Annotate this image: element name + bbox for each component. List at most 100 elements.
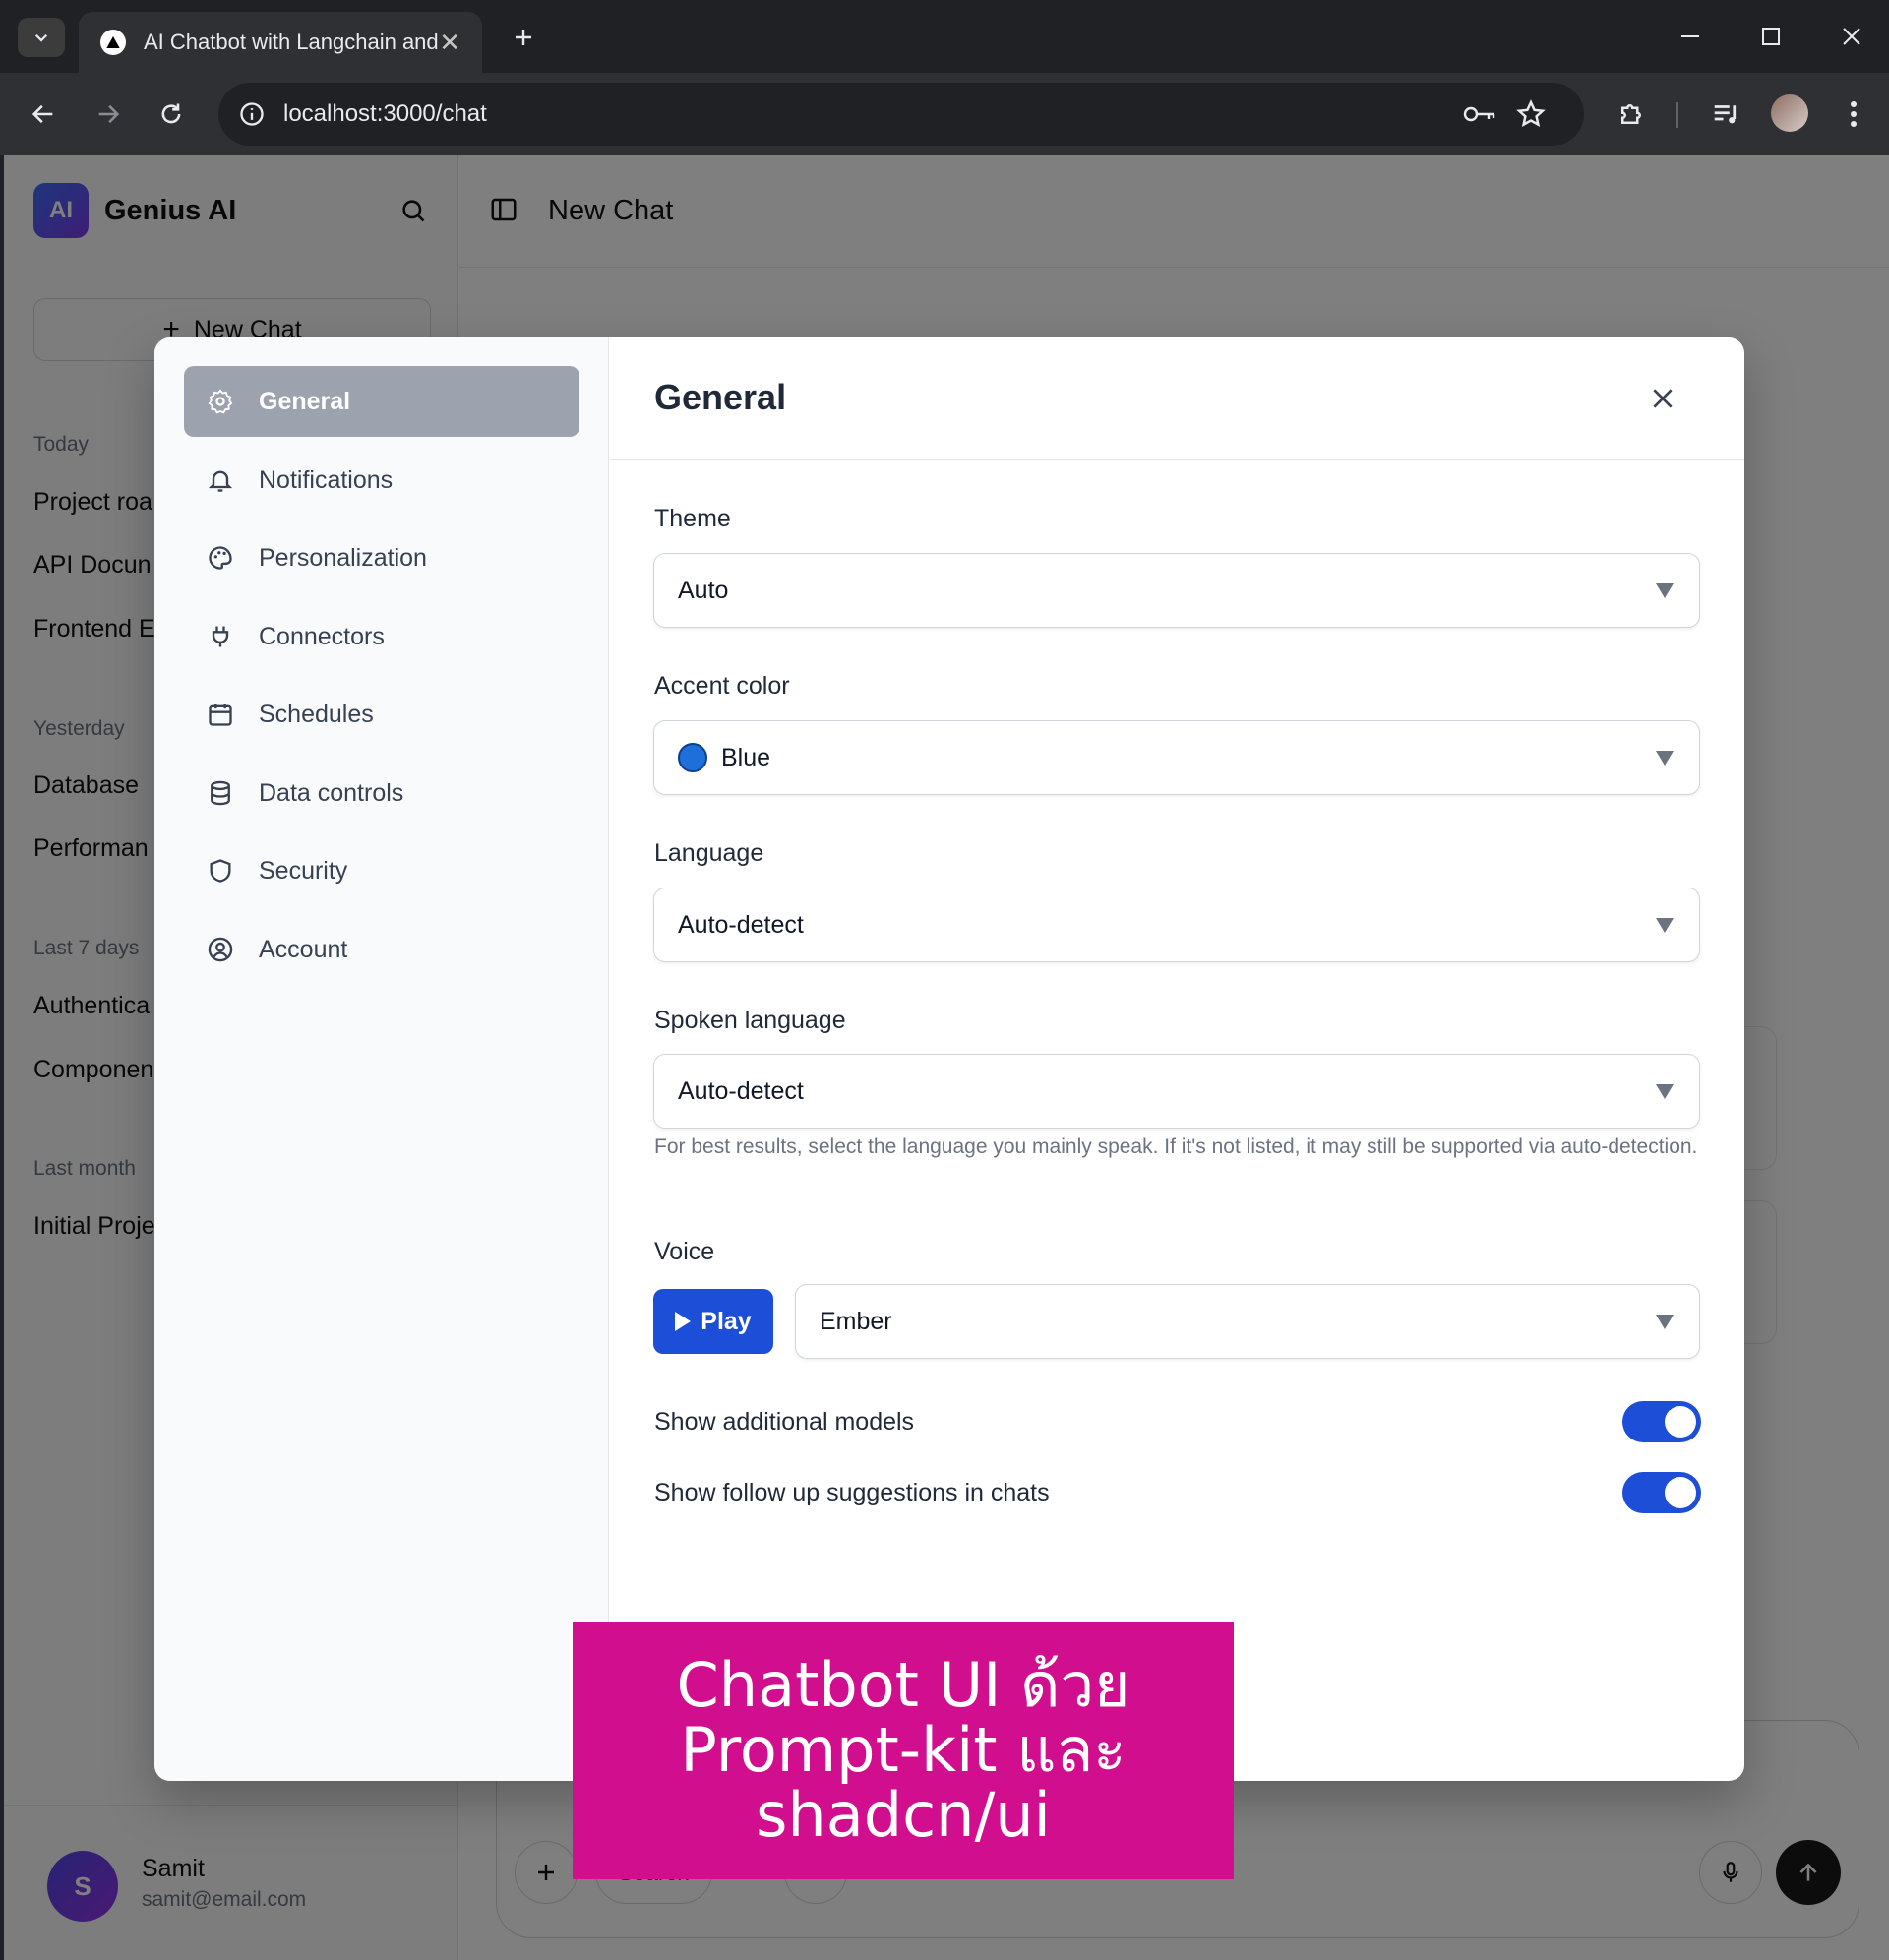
palette-icon (206, 543, 235, 573)
bookmark-star-icon[interactable] (1513, 96, 1549, 132)
minimize-button[interactable] (1661, 14, 1720, 59)
calendar-icon (206, 700, 235, 729)
accent-color-label: Accent color (654, 672, 790, 700)
caret-down-icon (1656, 751, 1674, 766)
accent-color-select[interactable]: Blue (653, 720, 1700, 795)
browser-tab-bar: AI Chatbot with Langchain and ✕ (0, 0, 1889, 73)
settings-nav-schedules[interactable]: Schedules (184, 679, 579, 750)
settings-nav-label: General (259, 387, 351, 415)
follow-up-suggestions-toggle[interactable] (1622, 1472, 1701, 1513)
settings-nav-label: Data controls (259, 778, 404, 807)
voice-value: Ember (820, 1307, 892, 1335)
theme-label: Theme (654, 505, 731, 532)
address-bar[interactable]: localhost:3000/chat (218, 83, 1584, 146)
chevron-down-icon (34, 33, 48, 42)
settings-nav-data-controls[interactable]: Data controls (184, 758, 579, 828)
puzzle-icon (1621, 104, 1641, 124)
voice-play-button[interactable]: Play (653, 1289, 773, 1354)
tab-close-icon[interactable]: ✕ (439, 28, 460, 58)
tab-title: AI Chatbot with Langchain and (144, 30, 439, 54)
site-info-icon[interactable] (234, 96, 270, 132)
settings-dialog: General Notifications Personalization Co… (154, 337, 1744, 1781)
arrow-right-icon (98, 104, 120, 124)
dialog-close-button[interactable] (1647, 383, 1678, 414)
banner-line: Chatbot UI ด้วย (676, 1649, 1130, 1721)
back-button[interactable] (22, 92, 65, 136)
additional-models-toggle[interactable] (1622, 1401, 1701, 1442)
settings-nav-label: Account (259, 935, 348, 963)
maximize-icon (1762, 28, 1780, 45)
settings-nav-label: Security (259, 856, 348, 885)
settings-title: General (654, 377, 787, 417)
language-value: Auto-detect (678, 910, 804, 939)
close-icon (1843, 28, 1860, 45)
play-icon (675, 1312, 692, 1331)
settings-nav-connectors[interactable]: Connectors (184, 601, 579, 672)
forward-button[interactable] (87, 92, 130, 136)
profile-avatar[interactable] (1771, 94, 1808, 132)
settings-nav-label: Notifications (259, 465, 394, 494)
language-label: Language (654, 839, 764, 867)
minimize-icon (1681, 35, 1699, 37)
media-control-button[interactable] (1704, 92, 1747, 136)
toggle-knob (1665, 1477, 1696, 1508)
promo-banner: Chatbot UI ด้วย Prompt-kit และ shadcn/ui (573, 1622, 1234, 1879)
database-icon (206, 778, 235, 808)
banner-line: Prompt-kit และ (680, 1714, 1127, 1786)
reload-icon (161, 103, 181, 124)
settings-nav-security[interactable]: Security (184, 835, 579, 906)
settings-nav-general[interactable]: General (184, 366, 579, 437)
voice-play-label: Play (701, 1307, 752, 1335)
spoken-language-hint: For best results, select the language yo… (654, 1135, 1698, 1158)
new-tab-button[interactable] (504, 18, 543, 57)
spoken-language-select[interactable]: Auto-detect (653, 1054, 1700, 1129)
voice-label: Voice (654, 1238, 715, 1265)
spoken-language-label: Spoken language (654, 1007, 846, 1034)
reload-button[interactable] (150, 92, 193, 136)
settings-nav: General Notifications Personalization Co… (154, 337, 609, 1781)
browser-menu-button[interactable] (1832, 92, 1875, 136)
caret-down-icon (1656, 583, 1674, 598)
theme-select[interactable]: Auto (653, 553, 1700, 628)
arrow-left-icon (31, 104, 53, 124)
gear-icon (206, 387, 235, 416)
settings-nav-label: Schedules (259, 700, 374, 728)
bell-icon (206, 465, 235, 495)
window-close-button[interactable] (1822, 14, 1881, 59)
settings-nav-notifications[interactable]: Notifications (184, 445, 579, 516)
password-key-icon[interactable] (1462, 96, 1497, 132)
settings-nav-account[interactable]: Account (184, 914, 579, 985)
url-text[interactable]: localhost:3000/chat (283, 100, 487, 128)
caret-down-icon (1656, 1084, 1674, 1099)
browser-tab[interactable]: AI Chatbot with Langchain and ✕ (79, 12, 482, 73)
plus-icon (516, 30, 531, 45)
theme-value: Auto (678, 576, 729, 604)
voice-select[interactable]: Ember (795, 1284, 1700, 1359)
maximize-button[interactable] (1741, 14, 1800, 59)
settings-nav-label: Personalization (259, 543, 427, 572)
language-select[interactable]: Auto-detect (653, 888, 1700, 962)
close-icon (1653, 389, 1673, 408)
accent-swatch (678, 743, 707, 772)
shield-icon (206, 856, 235, 886)
spoken-language-value: Auto-detect (678, 1076, 804, 1105)
toolbar-divider (1676, 102, 1678, 128)
user-circle-icon (206, 935, 235, 964)
caret-down-icon (1656, 1315, 1674, 1329)
settings-header: General (610, 337, 1744, 460)
extensions-button[interactable] (1610, 92, 1653, 136)
banner-line: shadcn/ui (756, 1779, 1051, 1851)
caret-down-icon (1656, 918, 1674, 933)
follow-up-suggestions-label: Show follow up suggestions in chats (654, 1479, 1050, 1506)
settings-nav-label: Connectors (259, 622, 385, 650)
browser-toolbar: localhost:3000/chat (0, 73, 1889, 155)
additional-models-label: Show additional models (654, 1408, 915, 1436)
settings-nav-personalization[interactable]: Personalization (184, 522, 579, 593)
favicon-icon (100, 30, 126, 55)
toggle-knob (1665, 1406, 1696, 1438)
plug-icon (206, 622, 235, 651)
playlist-icon (1714, 105, 1737, 124)
tab-search-button[interactable] (18, 18, 65, 57)
accent-color-value: Blue (721, 743, 771, 771)
more-vertical-icon (1851, 101, 1857, 127)
